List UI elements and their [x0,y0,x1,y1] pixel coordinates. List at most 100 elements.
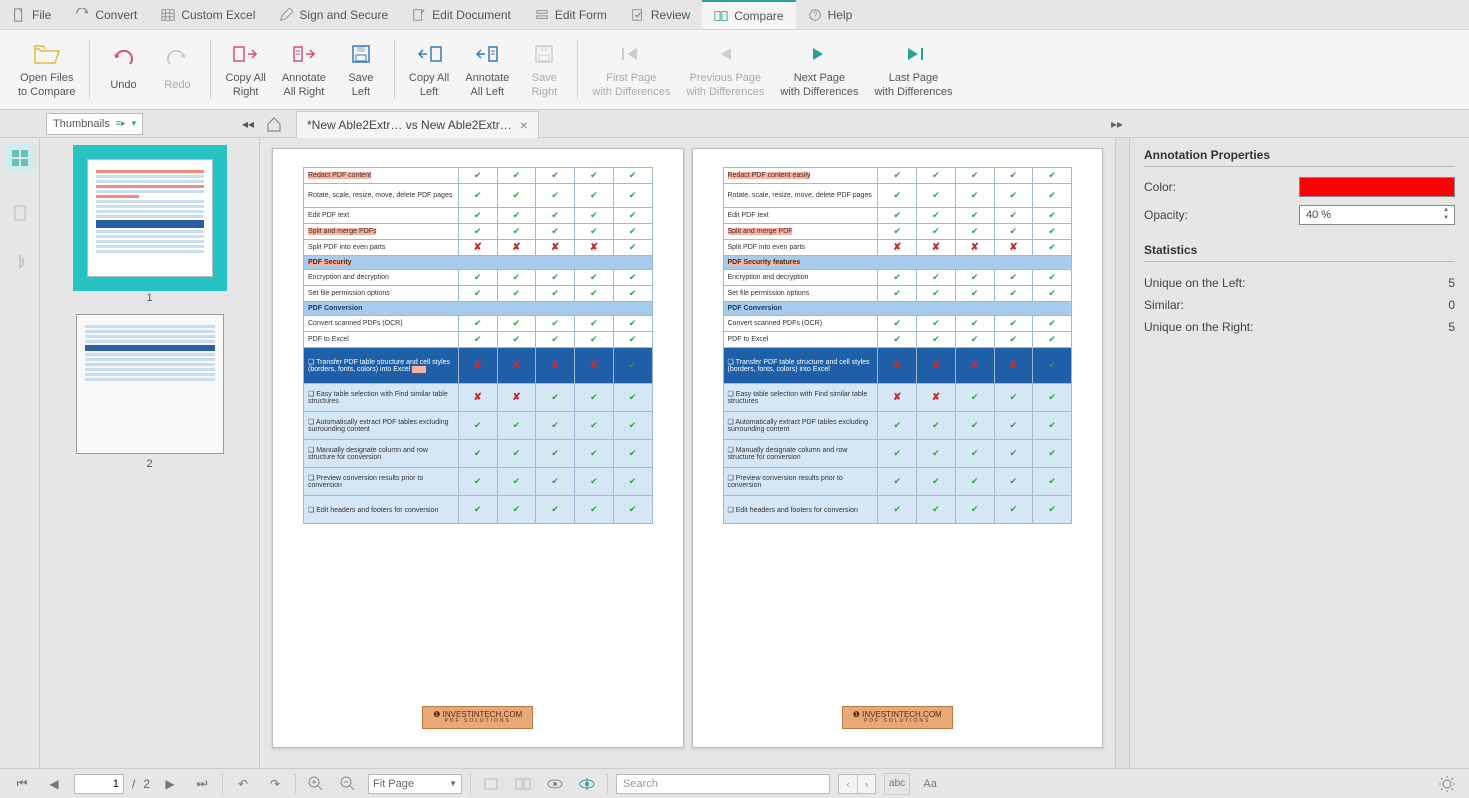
spinner-up-icon[interactable]: ▲ [1440,207,1452,215]
case-toggle[interactable]: Aa [918,773,942,795]
status-divider [607,774,608,794]
rotate-ccw-button[interactable]: ↶ [231,773,255,795]
last-page-label: Last Page with Differences [874,72,952,98]
annotation-properties-title: Annotation Properties [1144,148,1455,167]
first-page-icon [617,40,645,68]
thumbnail-panel: 1 2 [40,138,260,768]
unique-right-value: 5 [1448,320,1455,334]
color-swatch[interactable] [1299,177,1455,197]
theme-toggle-icon[interactable] [1435,773,1459,795]
annotate-all-right-label: Annotate All Right [282,72,326,98]
page-right: Redact PDF content easily✔✔✔✔✔Rotate, sc… [692,148,1104,748]
thumbnail-1-label: 1 [146,292,152,304]
open-files-label: Open Files to Compare [18,72,75,98]
expand-right-panel-icon[interactable]: ▸▸ [1111,117,1123,131]
open-files-button[interactable]: Open Files to Compare [10,30,83,109]
rotate-cw-button[interactable]: ↷ [263,773,287,795]
next-page-diff-button[interactable]: Next Page with Differences [772,30,866,109]
document-tab[interactable]: *New Able2Extr… vs New Able2Extr… × [296,111,539,139]
copy-left-icon [415,40,443,68]
ribbon: Open Files to Compare Undo Redo Copy All… [0,30,1469,110]
close-tab-icon[interactable]: × [520,117,528,133]
copy-all-left-button[interactable]: Copy All Left [401,30,457,109]
next-page-button[interactable]: ▶ [158,773,182,795]
last-page-button[interactable]: ⏭ [190,773,214,795]
first-page-button[interactable]: ⏮ [10,773,34,795]
color-label: Color: [1144,180,1194,194]
prev-page-button[interactable]: ◀ [42,773,66,795]
prev-page-icon [711,40,739,68]
redo-button: Redo [150,30,204,109]
save-right-label: Save Right [531,72,557,98]
vertical-scrollbar[interactable] [1115,138,1129,768]
view-mode-1-icon[interactable] [479,773,503,795]
page-left: Redact PDF content✔✔✔✔✔Rotate, scale, re… [272,148,684,748]
copy-right-icon [232,40,260,68]
last-page-diff-button[interactable]: Last Page with Differences [866,30,960,109]
ribbon-divider [394,40,395,99]
search-next-button[interactable]: › [857,775,875,793]
thumbnail-list[interactable]: 1 2 [40,138,259,768]
menu-review[interactable]: Review [619,0,702,29]
copy-all-right-button[interactable]: Copy All Right [217,30,273,109]
save-left-icon [347,40,375,68]
menu-compare[interactable]: Compare [702,0,795,29]
redo-label: Redo [164,79,190,92]
menu-edit-document[interactable]: Edit Document [400,0,523,29]
menu-sign-secure[interactable]: Sign and Secure [267,0,400,29]
menu-file[interactable]: File [0,0,63,29]
attachments-tool-icon[interactable] [6,248,34,276]
convert-icon [75,8,89,22]
view-mode-3-icon[interactable] [543,773,567,795]
pen-icon [279,8,293,22]
thumbnail-2[interactable]: 2 [76,314,224,470]
status-bar: ⏮ ◀ / 2 ▶ ⏭ ↶ ↷ Fit Page ▼ Search ‹ › ab… [0,768,1469,798]
bookmarks-tool-icon[interactable] [6,200,34,228]
spinner-down-icon[interactable]: ▼ [1440,215,1452,223]
search-input[interactable]: Search [616,774,830,794]
unique-left-label: Unique on the Left: [1144,276,1245,290]
menu-convert[interactable]: Convert [63,0,149,29]
menu-help[interactable]: ? Help [796,0,865,29]
search-prev-button[interactable]: ‹ [839,775,857,793]
zoom-out-button[interactable] [336,773,360,795]
menu-sign-secure-label: Sign and Secure [299,8,388,22]
statistics-title: Statistics [1144,243,1455,262]
ribbon-divider [89,40,90,99]
zoom-in-button[interactable] [304,773,328,795]
copy-all-left-label: Copy All Left [409,72,449,98]
thumbnail-mode-select[interactable]: Thumbnails ≡▸ ▾ [46,113,143,135]
thumbnail-2-label: 2 [146,458,152,470]
last-page-icon [900,40,928,68]
zoom-mode-value: Fit Page [373,778,414,790]
menu-custom-excel[interactable]: Custom Excel [149,0,267,29]
help-icon: ? [808,8,822,22]
view-mode-4-icon[interactable] [575,773,599,795]
search-placeholder: Search [623,778,658,790]
undo-button[interactable]: Undo [96,30,150,109]
prev-page-diff-button: Previous Page with Differences [678,30,772,109]
annotate-all-left-button[interactable]: Annotate All Left [457,30,517,109]
save-left-label: Save Left [348,72,373,98]
save-left-button[interactable]: Save Left [334,30,388,109]
page-total: 2 [143,777,150,791]
compare-icon [714,9,728,23]
annotate-all-right-button[interactable]: Annotate All Right [274,30,334,109]
menu-edit-form[interactable]: Edit Form [523,0,619,29]
opacity-input[interactable]: 40 % ▲▼ [1299,205,1455,225]
menu-edit-form-label: Edit Form [555,8,607,22]
home-button[interactable] [260,112,288,136]
menu-convert-label: Convert [95,8,137,22]
collapse-panel-icon[interactable]: ◂◂ [242,117,254,131]
thumbnail-1[interactable]: 1 [76,148,224,304]
folder-open-icon [33,40,61,68]
thumbnail-mode-label: Thumbnails [53,118,110,130]
view-mode-2-icon[interactable] [511,773,535,795]
undo-label: Undo [110,79,136,92]
document-tab-title: *New Able2Extr… vs New Able2Extr… [307,118,512,132]
zoom-mode-select[interactable]: Fit Page ▼ [368,774,462,794]
whole-word-toggle[interactable]: abc [884,773,910,795]
thumbnails-tool-icon[interactable] [6,144,34,172]
edit-doc-icon [412,8,426,22]
page-number-input[interactable] [74,774,124,794]
